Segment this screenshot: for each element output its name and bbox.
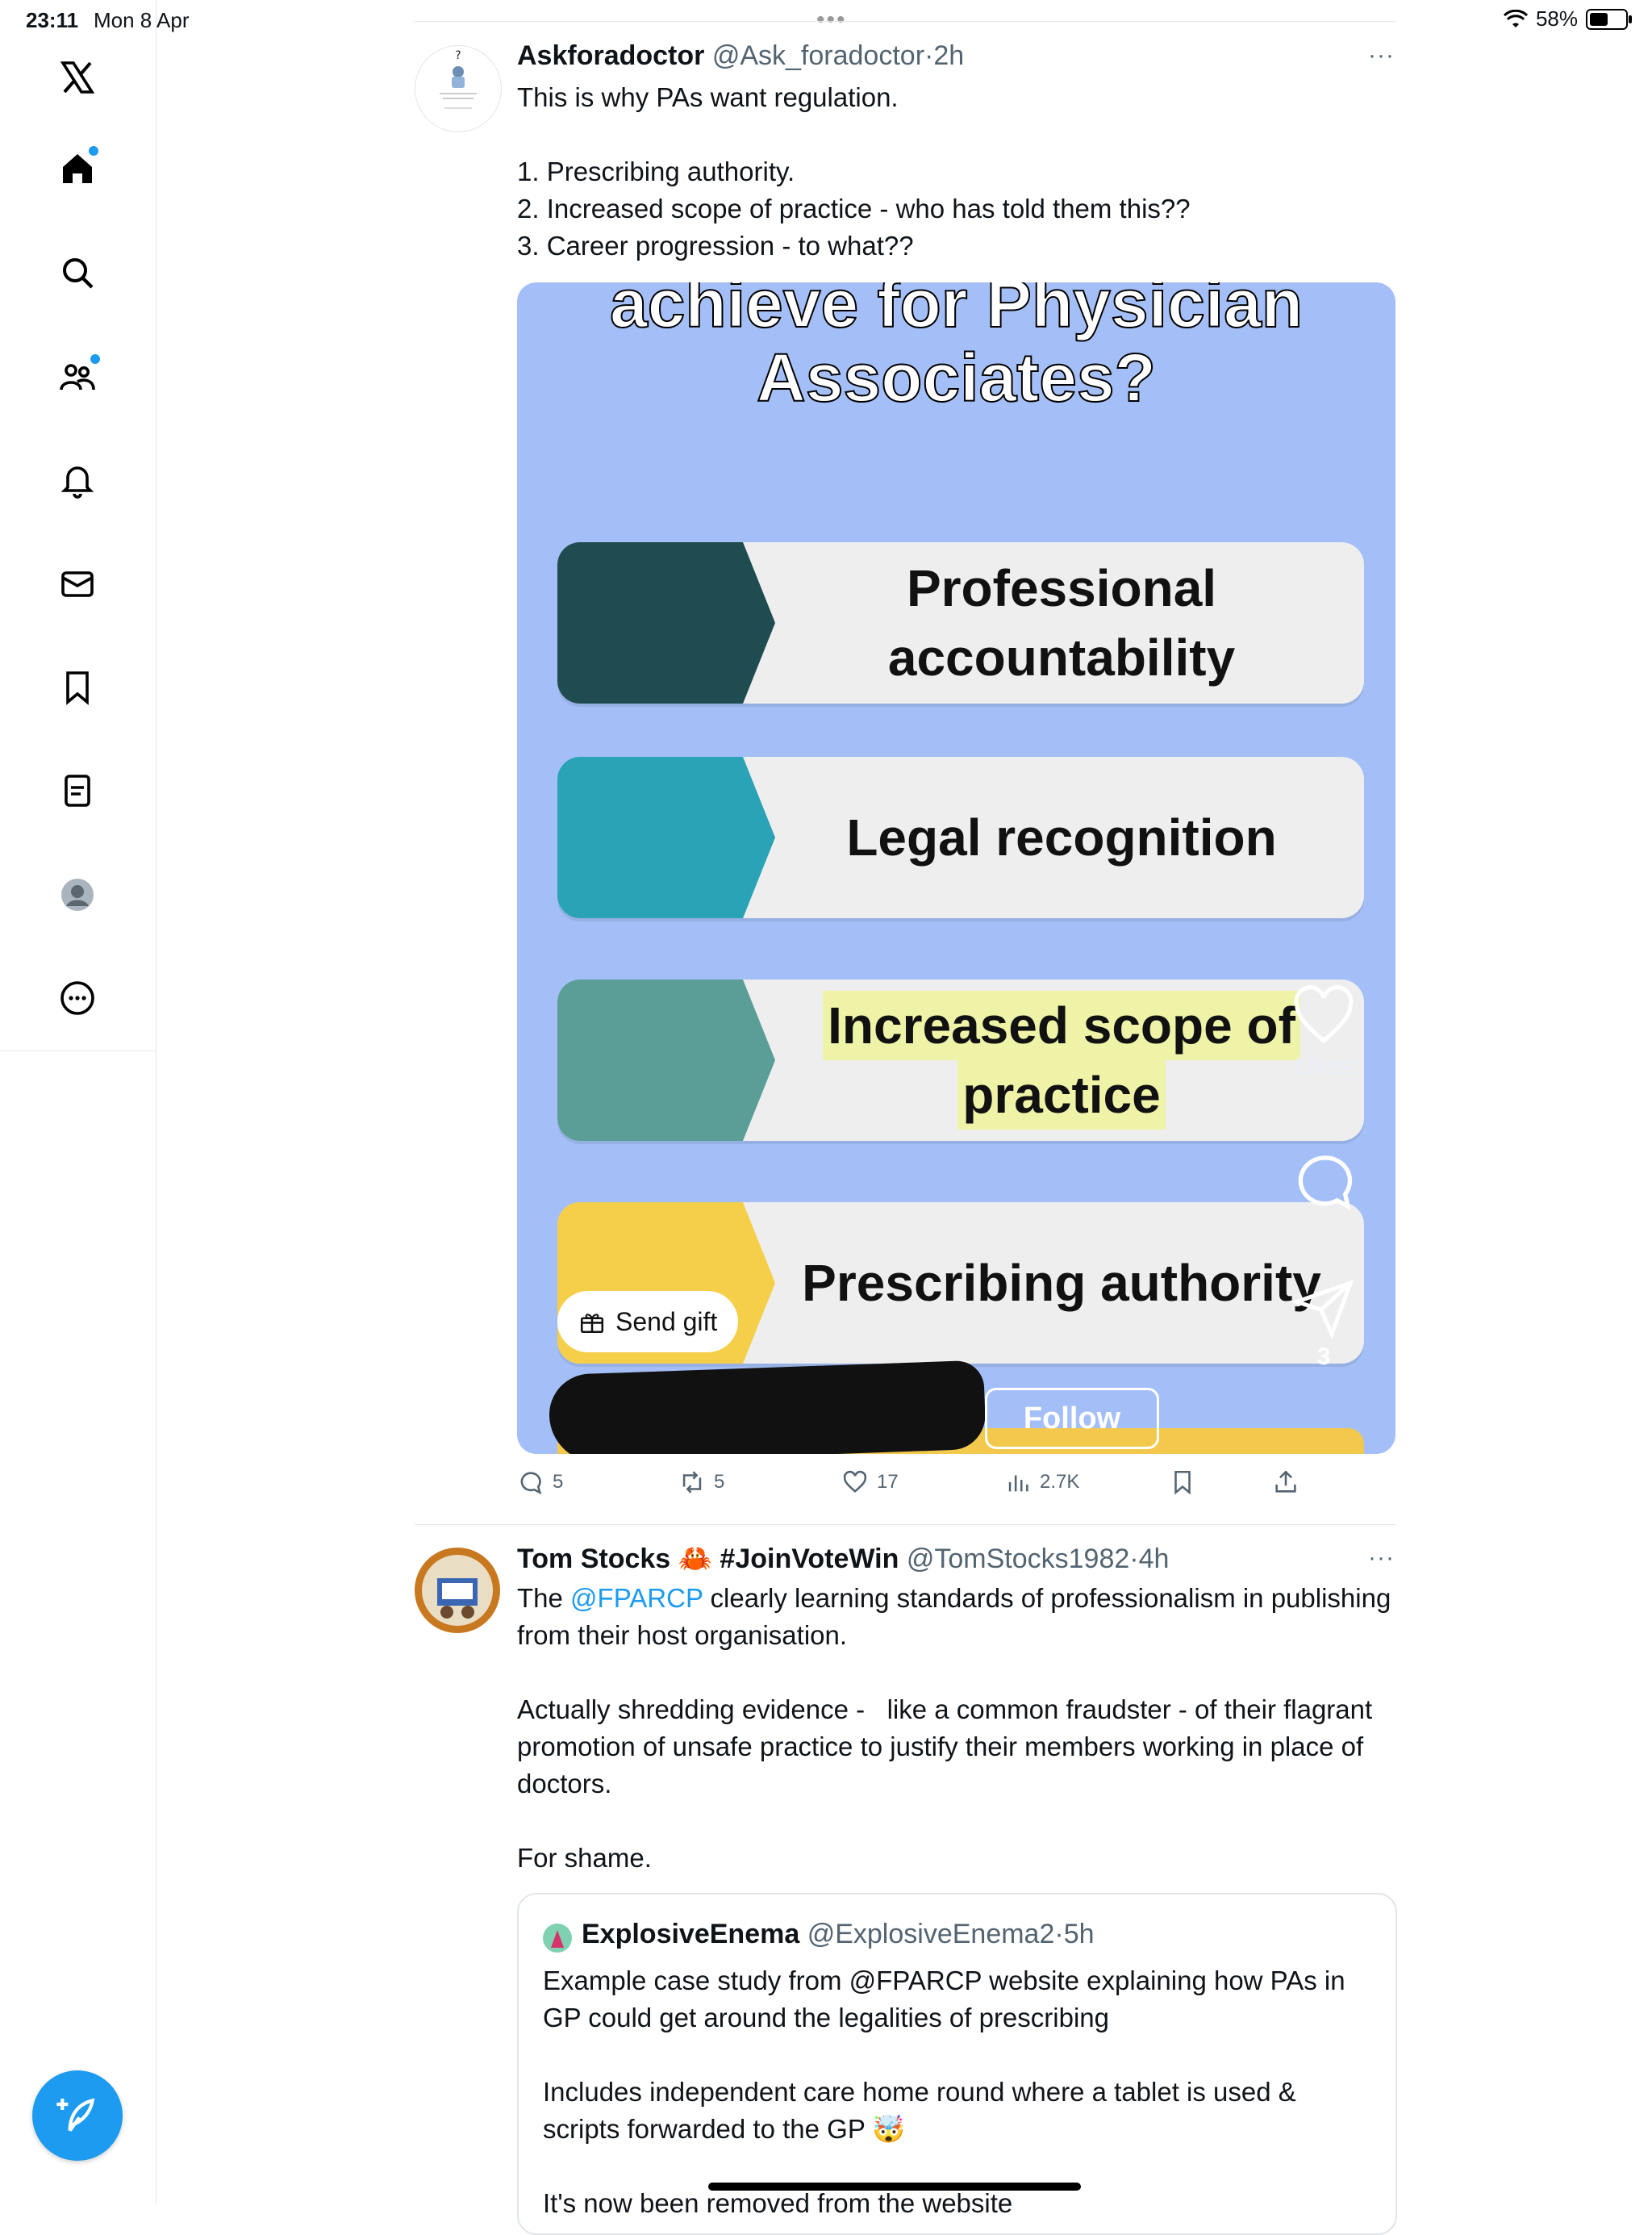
- tweet1-sep: ·: [924, 40, 934, 71]
- follow-button[interactable]: Follow: [985, 1388, 1159, 1449]
- status-bar: 23:11 Mon 8 Apr ••• 58%: [0, 0, 1652, 40]
- reply-count: 5: [553, 1471, 564, 1493]
- tweet1-media[interactable]: achieve for Physician Associates? Profes…: [517, 282, 1395, 1454]
- quote-avatar: [543, 1924, 572, 1953]
- repost-count: 5: [714, 1471, 725, 1493]
- media-share-count: 3: [1316, 1343, 1331, 1370]
- media-item-label: Professional accountability: [887, 559, 1236, 687]
- avatar-icon[interactable]: [50, 867, 105, 922]
- svg-text:?: ?: [455, 49, 461, 62]
- repost-button[interactable]: 5: [678, 1468, 724, 1496]
- views-chart-icon: [1008, 1475, 1028, 1492]
- send-icon: [1290, 1279, 1354, 1339]
- ellipsis-icon[interactable]: •••: [816, 6, 847, 34]
- media-item-accountability: Professional accountability: [557, 542, 1364, 704]
- media-item-arrow: [743, 1202, 775, 1364]
- bell-icon[interactable]: [50, 453, 105, 508]
- media-comment[interactable]: [1291, 1150, 1356, 1218]
- share-button[interactable]: [1272, 1468, 1299, 1496]
- home-icon[interactable]: [50, 141, 105, 196]
- like-button[interactable]: 17: [841, 1468, 899, 1496]
- media-item-label: Legal recognition: [846, 808, 1277, 867]
- comment-bubble-icon: [1298, 1155, 1353, 1211]
- tweet1-actions: 5 5 17 2.7K: [517, 1468, 1324, 1501]
- media-item-label: Prescribing authority: [802, 1254, 1321, 1312]
- quote-author-name: ExplosiveEnema: [582, 1919, 800, 1949]
- media-item-arrow: [743, 542, 775, 704]
- bookmark-icon: [1174, 1470, 1191, 1495]
- media-item-arrow: [743, 980, 775, 1141]
- tweet2-more-icon[interactable]: ···: [1368, 1544, 1395, 1572]
- tweet1-time[interactable]: 2h: [933, 40, 964, 71]
- tweet1-handle[interactable]: @Ask_foradoctor: [712, 40, 924, 71]
- media-likes-label: Likes: [1295, 1053, 1353, 1080]
- media-header-top: achieve for Physician: [609, 282, 1304, 342]
- more-circle-icon[interactable]: [50, 971, 105, 1026]
- quote-sep: ·: [1054, 1919, 1064, 1949]
- media-item-tab: [557, 980, 743, 1141]
- tweet1-avatar[interactable]: ?: [415, 45, 502, 132]
- tweet2-sep: ·: [1129, 1544, 1139, 1574]
- media-item-scope: Increased scope of practice: [557, 980, 1364, 1141]
- quote-time: 5h: [1063, 1919, 1095, 1949]
- media-item-label: Increased scope of practice: [775, 980, 1348, 1141]
- people-icon[interactable]: [50, 349, 105, 404]
- like-count: 17: [877, 1471, 899, 1493]
- battery-level: [1590, 12, 1608, 26]
- share-icon: [1275, 1470, 1296, 1493]
- media-item-tab: [557, 757, 743, 918]
- tweet1-more-icon[interactable]: ···: [1368, 42, 1395, 69]
- x-logo-icon[interactable]: [50, 50, 105, 105]
- quote-handle: @ExplosiveEnema2: [807, 1919, 1055, 1949]
- status-right: 58%: [1503, 6, 1632, 31]
- tweet2-author-name[interactable]: Tom Stocks 🦀 #JoinVoteWin: [517, 1544, 899, 1574]
- send-gift-button[interactable]: Send gift: [557, 1291, 739, 1352]
- media-share[interactable]: 3: [1290, 1275, 1356, 1371]
- tweet2-time[interactable]: 4h: [1139, 1544, 1170, 1574]
- tweet2-text: The @FPARCP clearly learning standards o…: [517, 1580, 1396, 1877]
- tweet2-handle[interactable]: @TomStocks1982: [907, 1544, 1129, 1574]
- bookmark-button[interactable]: [1169, 1468, 1196, 1496]
- timeline-top-divider: [415, 21, 1395, 22]
- tweet2-header: Tom Stocks 🦀 #JoinVoteWin @TomStocks1982…: [517, 1543, 1169, 1575]
- media-item-tab: [557, 542, 743, 704]
- tweet2-avatar[interactable]: [415, 1548, 500, 1633]
- media-item-legal: Legal recognition: [557, 757, 1364, 918]
- compose-button[interactable]: [32, 2070, 123, 2161]
- battery-percent: 58%: [1535, 6, 1578, 31]
- tweet1-header: Askforadoctor @Ask_foradoctor·2h: [517, 40, 964, 72]
- tweet2-mention[interactable]: @FPARCP: [570, 1583, 703, 1613]
- media-item-label-line2: practice: [957, 1060, 1166, 1130]
- heart-outline-icon: [1294, 985, 1354, 1044]
- media-header: Associates?: [756, 339, 1157, 416]
- tweet2-text-prefix: The: [517, 1583, 571, 1613]
- send-gift-label: Send gift: [615, 1306, 718, 1336]
- gift-icon: [580, 1314, 604, 1334]
- tweet-divider: [415, 1524, 1395, 1525]
- heart-icon: [843, 1470, 867, 1493]
- views-button[interactable]: 2.7K: [1004, 1468, 1079, 1496]
- search-icon[interactable]: [50, 245, 105, 300]
- tweet1-author-name[interactable]: Askforadoctor: [517, 40, 704, 71]
- reply-button[interactable]: 5: [517, 1468, 563, 1496]
- tweet2-text-rest: clearly learning standards of profession…: [517, 1583, 1391, 1873]
- repost-icon: [682, 1471, 702, 1493]
- media-like[interactable]: Likes: [1291, 984, 1356, 1080]
- list-icon[interactable]: [50, 763, 105, 818]
- communities-badge: [90, 354, 100, 364]
- battery-icon: [1586, 8, 1632, 30]
- views-count: 2.7K: [1040, 1471, 1080, 1493]
- tweet1-text: This is why PAs want regulation. 1. Pres…: [517, 82, 1191, 261]
- home-badge: [89, 146, 98, 156]
- redaction-scribble: [548, 1360, 987, 1454]
- home-indicator[interactable]: [708, 2183, 1081, 2191]
- media-item-label-line1: Increased scope of: [823, 991, 1300, 1060]
- bookmark-icon[interactable]: [50, 660, 105, 715]
- mail-icon[interactable]: [50, 557, 105, 612]
- media-item-arrow: [743, 757, 775, 918]
- reply-icon: [520, 1472, 542, 1495]
- feather-plus-icon: [56, 2098, 95, 2132]
- wifi-icon: [1503, 9, 1528, 27]
- quote-header: ExplosiveEnema @ExplosiveEnema2·5h: [582, 1919, 1095, 1950]
